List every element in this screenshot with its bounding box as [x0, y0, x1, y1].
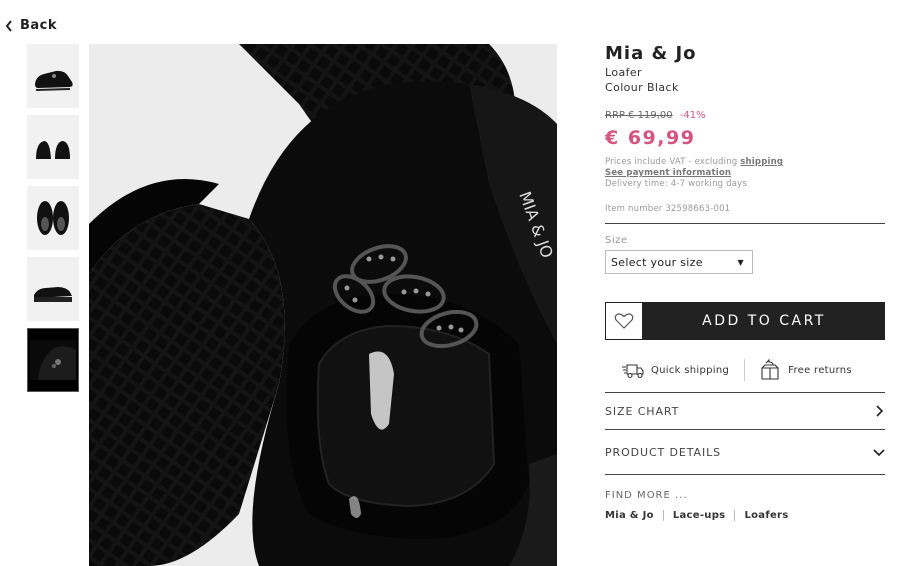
- back-label: Back: [20, 18, 58, 33]
- shoe-back-thumbnail: [36, 141, 70, 159]
- back-link[interactable]: Back: [5, 18, 57, 33]
- discount-badge: -41%: [679, 110, 706, 121]
- shoe-top-thumbnail: [37, 201, 69, 235]
- find-more-link-loafers[interactable]: Loafers: [744, 510, 788, 521]
- find-more-links: Mia & Jo Lace-ups Loafers: [605, 510, 885, 521]
- find-more-title: FIND MORE ...: [605, 490, 688, 501]
- loafer-closeup-image: MIA & JO: [89, 44, 557, 566]
- free-returns: Free returns: [758, 359, 852, 381]
- product-panel: Mia & Jo Loafer Colour Black RRP € 119,0…: [605, 43, 885, 521]
- chevron-right-icon: [876, 405, 884, 417]
- caret-down-icon: ▼: [737, 257, 744, 267]
- thumbnail-4[interactable]: [27, 257, 79, 321]
- return-box-icon: [761, 359, 779, 380]
- divider: [605, 223, 885, 224]
- add-to-cart-button[interactable]: ADD TO CART: [643, 302, 885, 340]
- product-type: Loafer: [605, 66, 642, 79]
- delivery-time: Delivery time: 4-7 working days: [605, 179, 748, 189]
- thumbnail-5[interactable]: [27, 328, 79, 392]
- quick-shipping: Quick shipping: [621, 359, 729, 381]
- size-select[interactable]: Select your size ▼: [605, 250, 753, 274]
- product-brand: Mia & Jo: [605, 43, 697, 64]
- price-info: Prices include VAT - excluding shipping …: [605, 157, 885, 190]
- thumbnail-list: [27, 44, 79, 399]
- find-more-link-lace-ups[interactable]: Lace-ups: [673, 510, 726, 521]
- shoe-detail-thumbnail: [30, 340, 76, 380]
- product-details-row[interactable]: PRODUCT DETAILS: [605, 430, 885, 474]
- shoe-profile-thumbnail: [34, 287, 72, 302]
- size-select-value: Select your size: [611, 255, 703, 269]
- quick-shipping-label: Quick shipping: [651, 364, 730, 376]
- payment-info-link[interactable]: See payment information: [605, 168, 731, 178]
- thumbnail-1[interactable]: [27, 44, 79, 108]
- services-row: Quick shipping Free returns: [605, 357, 885, 383]
- free-returns-label: Free returns: [788, 364, 852, 376]
- divider: [605, 474, 885, 475]
- service-separator: [744, 359, 746, 381]
- cart-row: ADD TO CART: [605, 302, 885, 340]
- chevron-left-icon: [5, 19, 12, 32]
- delivery-truck-icon: [622, 364, 644, 379]
- size-label: Size: [605, 235, 628, 246]
- size-chart-label: SIZE CHART: [605, 404, 680, 418]
- shipping-link[interactable]: shipping: [740, 157, 783, 167]
- product-colour: Colour Black: [605, 81, 679, 94]
- item-number: Item number 32598663-001: [605, 204, 731, 214]
- link-separator: [734, 510, 736, 521]
- sale-price: € 69,99: [605, 127, 696, 149]
- rrp-price: RRP € 119,00: [605, 110, 673, 121]
- wishlist-button[interactable]: [605, 302, 643, 340]
- size-chart-row[interactable]: SIZE CHART: [605, 393, 885, 429]
- product-details-label: PRODUCT DETAILS: [605, 445, 722, 459]
- product-main-image[interactable]: MIA & JO: [89, 44, 557, 566]
- thumbnail-3[interactable]: [27, 186, 79, 250]
- shoe-side-thumbnail: [35, 70, 73, 91]
- find-more-link-brand[interactable]: Mia & Jo: [605, 510, 654, 521]
- link-separator: [662, 510, 664, 521]
- rrp-row: RRP € 119,00 -41%: [605, 110, 885, 121]
- heart-icon: [614, 313, 634, 329]
- chevron-down-icon: [873, 449, 885, 457]
- thumbnail-2[interactable]: [27, 115, 79, 179]
- vat-text: Prices include VAT - excluding: [605, 157, 738, 167]
